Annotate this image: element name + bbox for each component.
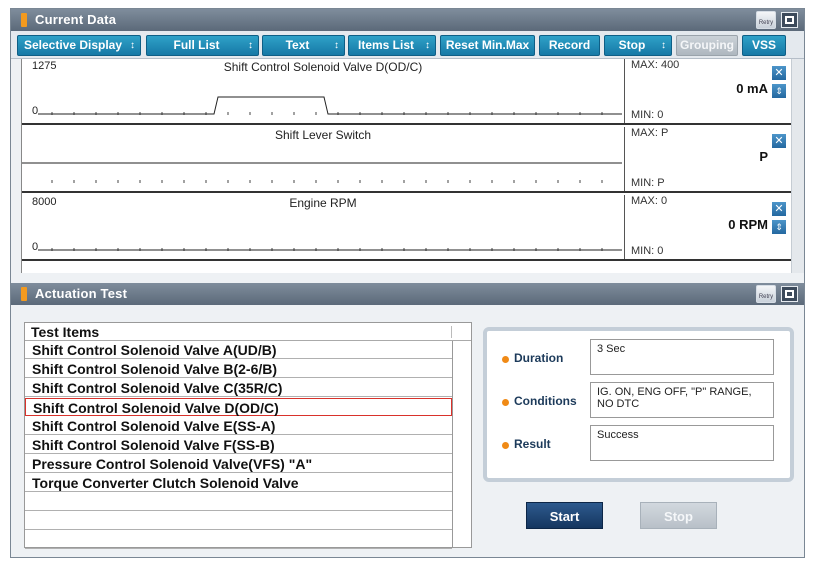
conditions-row: Conditions IG. ON, ENG OFF, "P" RANGE, N… [495,382,785,418]
toolbar-button-3[interactable]: Items List ↕ [348,35,436,56]
list-header-label: Test Items [31,324,100,340]
actuation-test-titlebar: Actuation Test Retry [11,283,804,305]
list-item[interactable] [25,512,452,530]
close-icon[interactable]: ✕ [772,134,786,148]
max-label: MAX: 0 [631,195,668,207]
graph-parameter-name: Engine RPM [289,196,357,210]
current-data-toolbar: Selective Display ↕ Full List ↕ Text ↕ Items L… [11,31,804,59]
graph-plot: 1275 0 Shift Control Solenoid Valve D(OD/C… [22,59,624,123]
list-item[interactable] [25,493,452,511]
dropdown-arrow-icon: ↕ [425,40,430,51]
close-icon[interactable]: ✕ [772,66,786,80]
start-button[interactable]: Start [526,502,603,529]
result-label: Result [514,437,551,451]
toolbar-button-6[interactable]: Stop ↕ [604,35,672,56]
section-marker [21,287,27,301]
bullet-icon [502,442,509,449]
scale-bottom-label: 0 [32,105,39,117]
graph-value-panel: MAX: 0 0 RPM MIN: 0 ✕ ⇕ [624,195,792,259]
maximize-icon[interactable] [781,286,798,302]
graph-row: Shift Lever Switch MAX: P P MIN: P ✕ [22,127,792,193]
graph-value-panel: MAX: P P MIN: P ✕ [624,127,792,191]
graph-plot: 8000 0 Engine RPM [22,195,624,259]
toolbar-button-0[interactable]: Selective Display ↕ [17,35,141,56]
toolbar-button-1[interactable]: Full List ↕ [146,35,259,56]
main-window: Current Data Retry Selective Display ↕ Ful… [10,8,805,558]
section-marker [21,13,27,27]
test-items-list[interactable]: Test Items Shift Control Solenoid Valve … [24,322,472,549]
toolbar-button-2[interactable]: Text ↕ [262,35,345,56]
bullet-icon [502,356,509,363]
actuation-test-panel: Test Items Shift Control Solenoid Valve … [11,305,804,557]
graph-plot: Shift Lever Switch [22,127,624,191]
test-info-panel: Duration 3 Sec Conditions IG. ON, ENG OF… [483,327,794,482]
signal-line [32,96,622,115]
list-item[interactable]: Shift Control Solenoid Valve E(SS-A) [25,417,452,435]
list-header: Test Items [25,323,471,341]
duration-label: Duration [514,351,564,365]
conditions-value: IG. ON, ENG OFF, "P" RANGE, NO DTC [590,382,774,418]
stop-button[interactable]: Stop [640,502,717,529]
min-label: MIN: P [631,177,665,189]
dropdown-arrow-icon: ↕ [661,40,666,51]
min-label: MIN: 0 [631,109,664,121]
max-label: MAX: P [631,127,669,139]
list-item[interactable]: Shift Control Solenoid Valve A(UD/B) [25,341,452,359]
toolbar-button-4[interactable]: Reset Min.Max [440,35,535,56]
toolbar-button-8[interactable]: VSS [742,35,786,56]
retry-icon[interactable]: Retry [756,11,776,29]
current-data-titlebar: Current Data Retry [11,9,804,31]
dropdown-arrow-icon: ↕ [130,40,135,51]
list-item[interactable]: Shift Control Solenoid Valve C(35R/C) [25,379,452,397]
scale-adjust-icon[interactable]: ⇕ [772,84,786,98]
graph-parameter-name: Shift Control Solenoid Valve D(OD/C) [223,60,423,74]
min-label: MIN: 0 [631,245,664,257]
conditions-label: Conditions [514,394,577,408]
graph-row: 8000 0 Engine RPM MAX: 00 RPM MIN: 0 ✕ ⇕ [22,195,792,261]
dropdown-arrow-icon: ↕ [334,40,339,51]
current-value: 0 RPM [728,217,768,232]
graph-value-panel: MAX: 400 0 mA MIN: 0 ✕ ⇕ [624,59,792,123]
result-row: Result Success [495,425,785,461]
current-value: 0 mA [736,81,768,96]
duration-value: 3 Sec [590,339,774,375]
graph-row: 1275 0 Shift Control Solenoid Valve D(OD/C… [22,59,792,125]
list-item[interactable]: Shift Control Solenoid Valve D(OD/C) [25,398,452,416]
bullet-icon [502,399,509,406]
list-item[interactable]: Shift Control Solenoid Valve F(SS-B) [25,436,452,454]
duration-row: Duration 3 Sec [495,339,785,375]
dropdown-arrow-icon: ↕ [248,40,253,51]
graph-scrollbar[interactable] [791,59,804,273]
retry-icon[interactable]: Retry [756,285,776,303]
current-data-title: Current Data [35,12,117,27]
list-item[interactable]: Torque Converter Clutch Solenoid Valve [25,474,452,492]
max-label: MAX: 400 [631,59,680,71]
scale-adjust-icon[interactable]: ⇕ [772,220,786,234]
result-value: Success [590,425,774,461]
list-item[interactable]: Pressure Control Solenoid Valve(VFS) "A" [25,455,452,473]
maximize-icon[interactable] [781,12,798,28]
actuation-test-title: Actuation Test [35,286,128,301]
list-item[interactable] [25,531,452,549]
list-item[interactable]: Shift Control Solenoid Valve B(2-6/B) [25,360,452,378]
toolbar-button-5[interactable]: Record [539,35,600,56]
toolbar-button-7[interactable]: Grouping [676,35,738,56]
scale-bottom-label: 0 [32,241,39,253]
close-icon[interactable]: ✕ [772,202,786,216]
graph-parameter-name: Shift Lever Switch [274,128,372,142]
graph-area: 1275 0 Shift Control Solenoid Valve D(OD/C… [21,59,792,273]
current-value: P [759,149,768,164]
